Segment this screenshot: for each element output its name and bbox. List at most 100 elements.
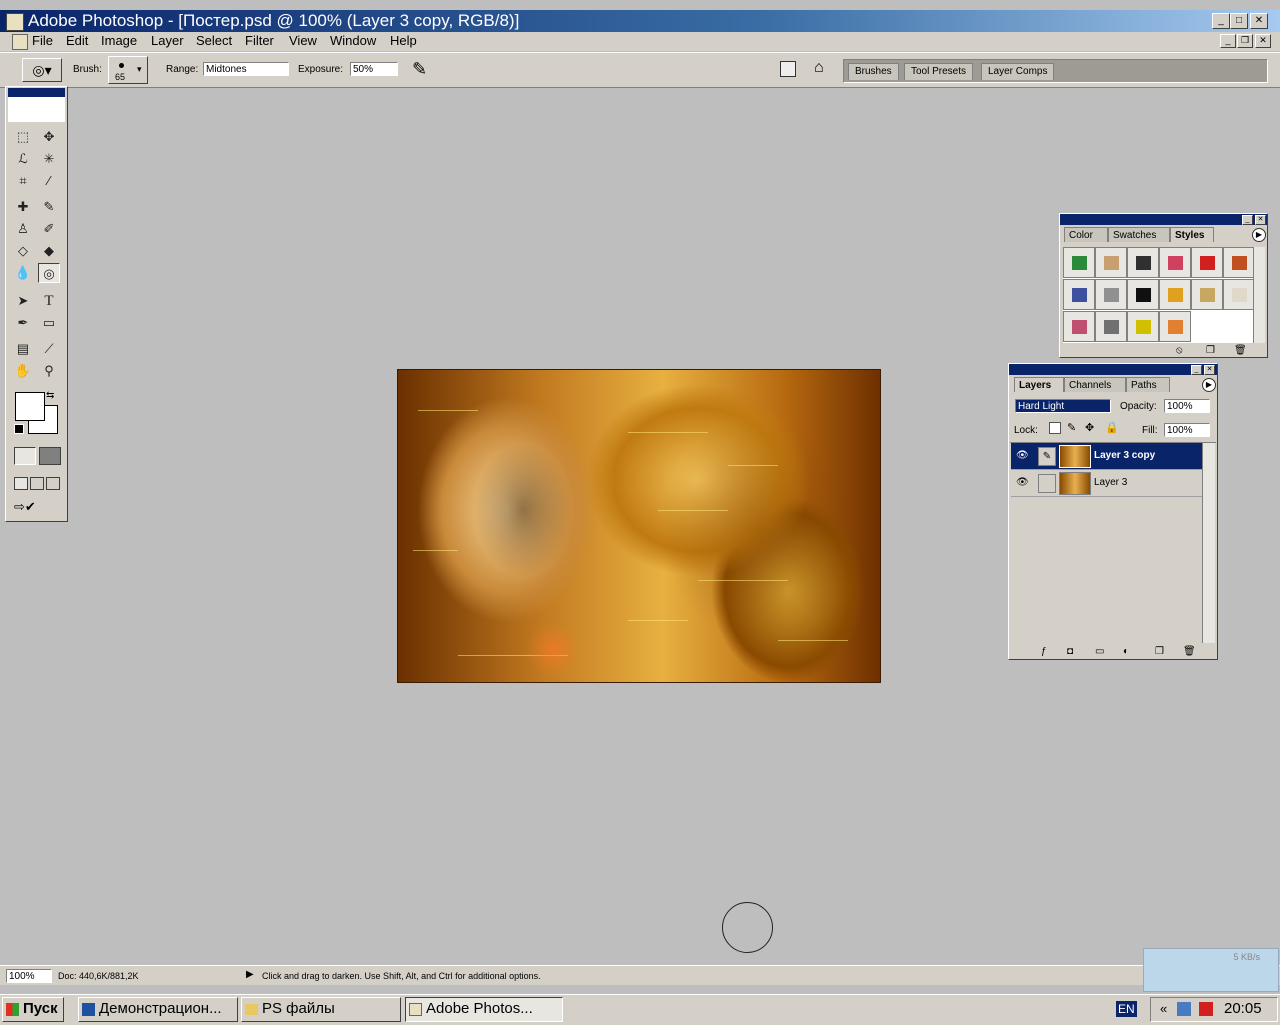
menu-layer[interactable]: Layer [151, 33, 184, 49]
range-select[interactable]: Midtones [203, 62, 289, 76]
taskbar-button-word[interactable]: Демонстрацион... [78, 997, 238, 1022]
burn-tool-icon[interactable]: ◎ [38, 263, 60, 283]
style-swatch[interactable] [1063, 247, 1095, 278]
eraser-tool-icon[interactable]: ◇ [12, 241, 34, 261]
pen-tool-icon[interactable]: ✒ [12, 313, 34, 333]
airbrush-icon[interactable]: ✎ [412, 59, 427, 80]
tab-layers[interactable]: Layers [1014, 377, 1064, 392]
taskbar-button-folder[interactable]: PS файлы [241, 997, 401, 1022]
layer-row[interactable]: 👁 ✎ Layer 3 copy [1011, 443, 1203, 470]
swap-colors-icon[interactable]: ⇆ [46, 390, 54, 401]
style-swatch[interactable] [1191, 279, 1223, 310]
clear-style-icon[interactable]: ⦸ [1176, 345, 1183, 356]
delete-style-icon[interactable]: 🗑 [1234, 345, 1247, 356]
eyedropper-tool-icon[interactable]: ⟋ [38, 339, 60, 359]
tray-expand-icon[interactable]: « [1160, 1001, 1167, 1016]
styles-palette-title-bar[interactable] [1060, 214, 1267, 225]
tab-color[interactable]: Color [1064, 227, 1108, 242]
style-swatch[interactable] [1063, 279, 1095, 310]
foreground-color-swatch[interactable] [15, 392, 45, 421]
screen-mode-standard-icon[interactable] [14, 477, 28, 490]
new-group-icon[interactable]: ▭ [1095, 646, 1104, 657]
layers-palette-title-bar[interactable] [1009, 364, 1217, 375]
layers-palette-minimize[interactable]: _ [1191, 365, 1202, 375]
tab-styles[interactable]: Styles [1170, 227, 1214, 242]
antivirus-tray-icon[interactable] [1199, 1002, 1213, 1016]
zoom-tool-icon[interactable]: ⚲ [38, 361, 60, 381]
document-canvas-image[interactable] [397, 369, 881, 683]
doc-close-button[interactable]: ✕ [1255, 34, 1271, 48]
menu-view[interactable]: View [289, 33, 317, 49]
default-colors-icon[interactable] [14, 424, 24, 434]
opacity-field[interactable]: 100% [1164, 399, 1210, 413]
layer-link-slot[interactable] [1038, 474, 1056, 493]
imageready-jump-icon[interactable]: ⇨✔ [14, 499, 58, 517]
style-swatch[interactable] [1127, 311, 1159, 342]
eye-icon[interactable]: 👁 [1016, 450, 1029, 461]
doc-minimize-button[interactable]: _ [1220, 34, 1236, 48]
lock-image-icon[interactable]: ✎ [1067, 421, 1076, 434]
blend-mode-select[interactable]: Hard Light [1015, 399, 1111, 413]
brush-picker[interactable]: 65 ▾ [108, 56, 148, 84]
tool-preset-picker[interactable]: ◎▾ [22, 58, 62, 82]
screen-mode-menubar-icon[interactable] [30, 477, 44, 490]
start-button[interactable]: Пуск [2, 997, 64, 1022]
style-swatch[interactable] [1223, 279, 1255, 310]
standard-mode-icon[interactable] [14, 447, 36, 465]
close-button[interactable]: ✕ [1250, 13, 1268, 29]
adjustment-layer-icon[interactable]: ◐ [1123, 646, 1129, 657]
paint-bucket-tool-icon[interactable]: ◆ [38, 241, 60, 261]
magic-wand-tool-icon[interactable]: ✳ [38, 149, 60, 169]
menu-image[interactable]: Image [101, 33, 137, 49]
style-swatch[interactable] [1191, 247, 1223, 278]
well-tab-tool-presets[interactable]: Tool Presets [904, 63, 974, 80]
style-swatch[interactable] [1095, 279, 1127, 310]
toolbox-header-feather[interactable] [8, 88, 65, 122]
shape-tool-icon[interactable]: ▭ [38, 313, 60, 333]
eye-icon[interactable]: 👁 [1016, 477, 1029, 488]
styles-palette-minimize[interactable]: _ [1242, 215, 1253, 225]
menu-window[interactable]: Window [330, 33, 376, 49]
layer-row[interactable]: 👁 Layer 3 [1011, 470, 1203, 497]
style-swatch[interactable] [1063, 311, 1095, 342]
blur-tool-icon[interactable]: 💧 [12, 263, 34, 283]
document-icon[interactable] [12, 34, 28, 50]
marquee-tool-icon[interactable]: ⬚ [12, 127, 34, 147]
crop-tool-icon[interactable]: ⌗ [12, 171, 34, 191]
style-swatch[interactable] [1159, 279, 1191, 310]
style-swatch[interactable] [1223, 247, 1255, 278]
hand-tool-icon[interactable]: ✋ [12, 361, 34, 381]
menu-help[interactable]: Help [390, 33, 417, 49]
style-swatch[interactable] [1127, 279, 1159, 310]
well-tab-layer-comps[interactable]: Layer Comps [981, 63, 1055, 80]
delete-layer-icon[interactable]: 🗑 [1183, 646, 1196, 657]
screen-mode-full-icon[interactable] [46, 477, 60, 490]
new-style-icon[interactable]: ❐ [1206, 345, 1215, 356]
menu-filter[interactable]: Filter [245, 33, 274, 49]
type-tool-icon[interactable]: T [38, 291, 60, 311]
history-brush-tool-icon[interactable]: ✐ [38, 219, 60, 239]
styles-scrollbar[interactable] [1253, 247, 1265, 343]
network-tray-icon[interactable] [1177, 1002, 1191, 1016]
menu-edit[interactable]: Edit [66, 33, 88, 49]
exposure-field[interactable]: 50% [350, 62, 398, 76]
brush-tool-icon[interactable]: ✎ [38, 197, 60, 217]
tab-swatches[interactable]: Swatches [1108, 227, 1170, 242]
layers-palette-close[interactable]: ✕ [1204, 365, 1215, 375]
maximize-button[interactable]: □ [1230, 13, 1248, 29]
layer-mask-icon[interactable]: ◘ [1067, 646, 1073, 657]
quick-mask-mode-icon[interactable] [39, 447, 61, 465]
palette-menu-arrow-icon[interactable]: ▶ [1252, 228, 1266, 242]
layer-style-icon[interactable]: ƒ [1041, 646, 1047, 657]
clone-stamp-tool-icon[interactable]: ♙ [12, 219, 34, 239]
healing-brush-tool-icon[interactable]: ✚ [12, 197, 34, 217]
lock-transparency-icon[interactable] [1049, 422, 1061, 434]
menu-file[interactable]: File [32, 33, 53, 49]
tab-paths[interactable]: Paths [1126, 377, 1170, 392]
file-browser-icon[interactable] [780, 61, 796, 77]
lock-position-icon[interactable]: ✥ [1085, 421, 1094, 434]
well-tab-brushes[interactable]: Brushes [848, 63, 899, 80]
style-swatch[interactable] [1159, 247, 1191, 278]
style-swatch[interactable] [1095, 311, 1127, 342]
new-layer-icon[interactable]: ❐ [1155, 646, 1164, 657]
